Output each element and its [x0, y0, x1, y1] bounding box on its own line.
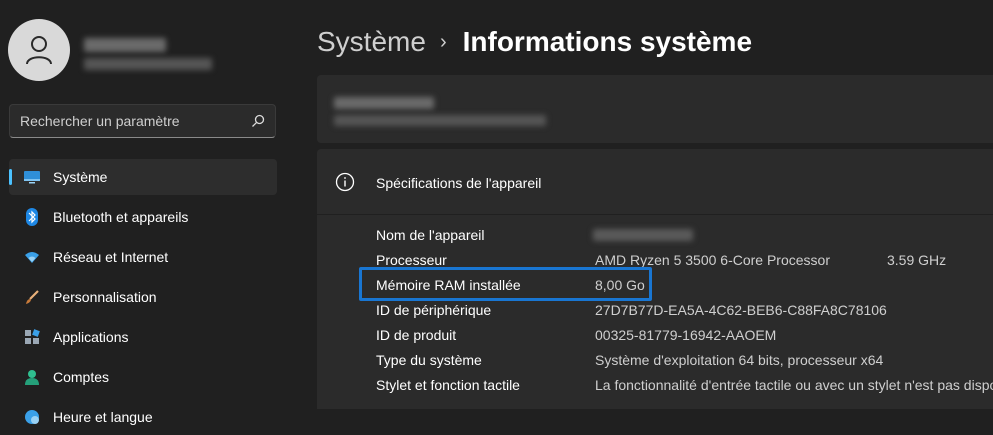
- sidebar-item-systeme[interactable]: Système: [9, 159, 277, 195]
- settings-search-box[interactable]: [9, 104, 276, 138]
- sidebar-item-comptes[interactable]: Comptes: [9, 359, 277, 395]
- device-summary-card: [317, 75, 993, 143]
- person-icon: [23, 368, 41, 386]
- page-title: Informations système: [462, 26, 753, 57]
- chevron-right-icon: ›: [439, 30, 447, 53]
- sidebar-item-bluetooth[interactable]: Bluetooth et appareils: [9, 199, 277, 235]
- globe-clock-icon: [23, 408, 41, 426]
- device-model-redacted: [334, 115, 546, 126]
- spec-value-processor-speed: 3.59 GHz: [887, 252, 947, 268]
- spec-label-product-id: ID de produit: [376, 327, 457, 343]
- bluetooth-icon: [23, 208, 41, 226]
- sidebar-item-label: Applications: [53, 329, 129, 345]
- info-icon: [335, 172, 355, 192]
- sidebar-item-personnalisation[interactable]: Personnalisation: [9, 279, 277, 315]
- sidebar-item-label: Personnalisation: [53, 289, 157, 305]
- sidebar-item-applications[interactable]: Applications: [9, 319, 277, 355]
- sidebar-item-label: Système: [53, 169, 108, 185]
- breadcrumb-parent-link[interactable]: Système: [317, 26, 426, 58]
- spec-label-processor: Processeur: [376, 252, 447, 268]
- monitor-icon: [23, 168, 41, 186]
- active-indicator: [9, 169, 12, 185]
- spec-value-product-id: 00325-81779-16942-AAOEM: [595, 327, 777, 343]
- spec-value-device-id: 27D7B77D-EA5A-4C62-BEB6-C88FA8C78106: [595, 302, 887, 318]
- user-avatar[interactable]: [8, 19, 70, 81]
- sidebar-item-label: Comptes: [53, 369, 110, 385]
- sidebar-item-heure-langue[interactable]: Heure et langue: [9, 399, 277, 435]
- apps-icon: [23, 328, 41, 346]
- person-icon: [26, 36, 52, 65]
- device-specs-title: Spécifications de l'appareil: [376, 175, 542, 191]
- wifi-icon: [23, 248, 41, 266]
- user-email-redacted: [84, 58, 212, 70]
- user-name-redacted: [84, 38, 166, 52]
- spec-value-pen-touch: La fonctionnalité d'entrée tactile ou av…: [595, 377, 993, 393]
- spec-label-device-name: Nom de l'appareil: [376, 227, 485, 243]
- spec-label-device-id: ID de périphérique: [376, 302, 492, 318]
- device-name-redacted: [334, 97, 434, 109]
- spec-value-system-type: Système d'exploitation 64 bits, processe…: [595, 352, 884, 368]
- spec-label-system-type: Type du système: [376, 352, 482, 368]
- brush-icon: [23, 288, 41, 306]
- breadcrumb: Système › Informations système: [317, 22, 752, 62]
- spec-value-processor: AMD Ryzen 5 3500 6-Core Processor: [595, 252, 830, 268]
- spec-label-pen-touch: Stylet et fonction tactile: [376, 377, 520, 393]
- sidebar-item-label: Réseau et Internet: [53, 249, 169, 265]
- sidebar-item-reseau[interactable]: Réseau et Internet: [9, 239, 277, 275]
- sidebar-item-label: Bluetooth et appareils: [53, 209, 189, 225]
- device-specs-header[interactable]: Spécifications de l'appareil: [317, 149, 993, 214]
- search-icon[interactable]: [251, 114, 265, 128]
- search-input[interactable]: [20, 113, 251, 129]
- ram-highlight-box: [359, 267, 652, 301]
- device-name-value-redacted: [593, 229, 693, 241]
